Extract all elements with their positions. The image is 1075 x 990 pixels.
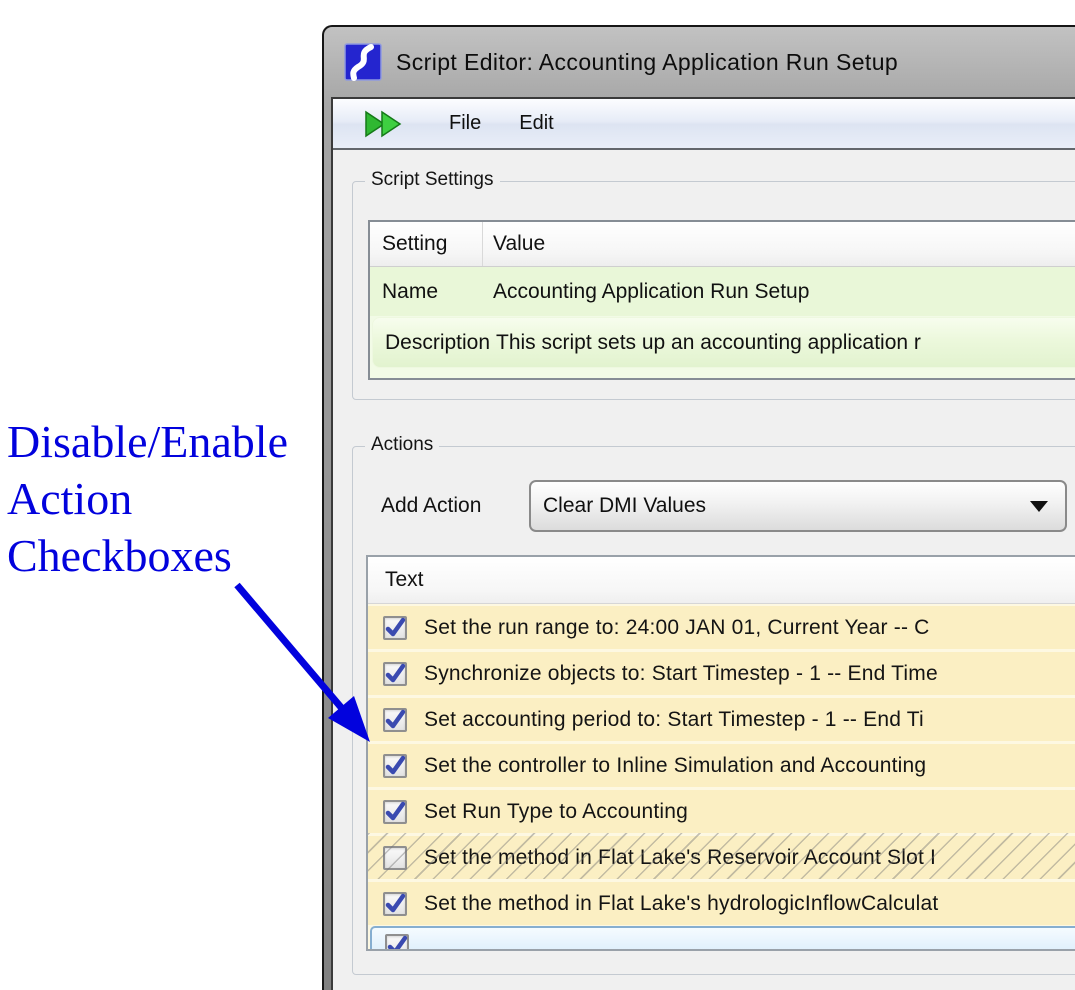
actions-list-header: Text: [368, 557, 1075, 604]
action-checkbox[interactable]: [383, 616, 407, 640]
annotation-line-2: Action: [7, 470, 288, 527]
script-editor-window: Script Editor: Accounting Application Ru…: [322, 25, 1075, 990]
setting-name-cell: Description: [373, 331, 486, 355]
settings-header-setting: Setting: [370, 222, 483, 266]
menu-bar: File Edit: [333, 99, 1075, 150]
action-checkbox[interactable]: [383, 800, 407, 824]
menu-file[interactable]: File: [449, 112, 481, 135]
action-checkbox[interactable]: [383, 708, 407, 732]
action-row[interactable]: Set the controller to Inline Simulation …: [368, 744, 1075, 787]
action-row[interactable]: Set Run Type to Accounting: [368, 790, 1075, 833]
settings-table-body: Name Accounting Application Run Setup De…: [370, 267, 1075, 368]
screenshot-stage: Script Editor: Accounting Application Ru…: [0, 0, 1075, 990]
window-title: Script Editor: Accounting Application Ru…: [396, 49, 898, 76]
actions-label: Actions: [365, 434, 439, 456]
action-row-partial-selected[interactable]: [370, 926, 1075, 951]
settings-header-value: Value: [483, 232, 545, 256]
fast-forward-icon[interactable]: [363, 109, 409, 139]
annotation-line-1: Disable/Enable: [7, 413, 288, 470]
actions-list: Text Set the run range to: 24:00 JAN 01,…: [366, 555, 1075, 951]
settings-table-row[interactable]: Description This script sets up an accou…: [372, 317, 1075, 368]
add-action-combobox[interactable]: Clear DMI Values: [529, 480, 1067, 532]
riverware-logo-icon: [344, 43, 382, 81]
action-text: Set the method in Flat Lake's hydrologic…: [424, 892, 938, 916]
action-checkbox[interactable]: [383, 892, 407, 916]
action-row[interactable]: Set the run range to: 24:00 JAN 01, Curr…: [368, 606, 1075, 649]
settings-table-row[interactable]: Name Accounting Application Run Setup: [370, 267, 1075, 316]
action-text: Set the controller to Inline Simulation …: [424, 754, 926, 778]
setting-name-cell: Name: [370, 280, 483, 304]
action-row[interactable]: Set the method in Flat Lake's hydrologic…: [368, 882, 1075, 925]
action-text: Set the run range to: 24:00 JAN 01, Curr…: [424, 616, 930, 640]
script-settings-group: Script Settings Setting Value Name Accou…: [352, 181, 1075, 400]
action-row[interactable]: Set the method in Flat Lake's Reservoir …: [368, 836, 1075, 879]
action-checkbox[interactable]: [383, 754, 407, 778]
window-titlebar[interactable]: Script Editor: Accounting Application Ru…: [331, 27, 1075, 97]
action-row[interactable]: Synchronize objects to: Start Timestep -…: [368, 652, 1075, 695]
action-row[interactable]: Set accounting period to: Start Timestep…: [368, 698, 1075, 741]
action-text: Synchronize objects to: Start Timestep -…: [424, 662, 938, 686]
action-checkbox[interactable]: [383, 846, 407, 870]
menu-edit[interactable]: Edit: [519, 112, 553, 135]
settings-table-header: Setting Value: [370, 222, 1075, 267]
action-text: Set Run Type to Accounting: [424, 800, 688, 824]
script-settings-table: Setting Value Name Accounting Applicatio…: [368, 220, 1075, 380]
action-text: Set the method in Flat Lake's Reservoir …: [424, 846, 936, 870]
add-action-label: Add Action: [381, 494, 481, 518]
action-checkbox[interactable]: [385, 934, 409, 951]
setting-value-cell: Accounting Application Run Setup: [483, 280, 809, 304]
annotation-line-3: Checkboxes: [7, 527, 288, 584]
actions-group: Actions Add Action Clear DMI Values Text…: [352, 446, 1075, 975]
script-settings-label: Script Settings: [365, 169, 500, 191]
chevron-down-icon: [1030, 501, 1048, 512]
annotation-text: Disable/Enable Action Checkboxes: [7, 413, 288, 584]
window-content: File Edit Script Settings Setting Value …: [331, 97, 1075, 990]
action-text: Set accounting period to: Start Timestep…: [424, 708, 924, 732]
actions-list-body: Set the run range to: 24:00 JAN 01, Curr…: [368, 606, 1075, 925]
action-checkbox[interactable]: [383, 662, 407, 686]
add-action-selected-value: Clear DMI Values: [531, 494, 1030, 518]
setting-value-cell: This script sets up an accounting applic…: [486, 331, 921, 355]
